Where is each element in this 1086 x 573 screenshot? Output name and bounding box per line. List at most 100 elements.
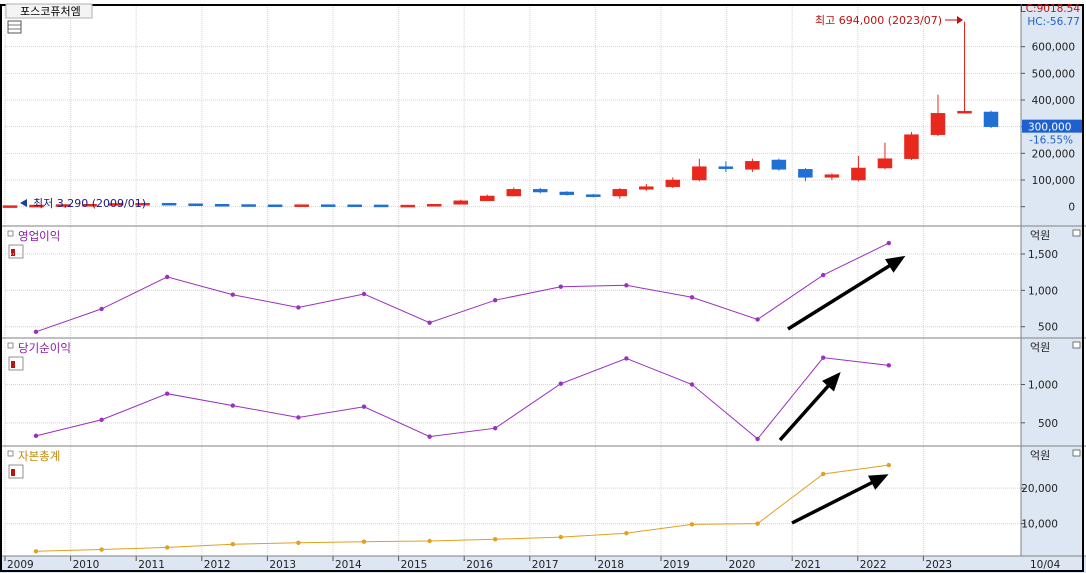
data-point: [689, 295, 695, 300]
stock-chart-svg: 2009 2010 2011 2012 2013 2014 2015 2016 2017 2018…: [0, 0, 1086, 573]
table-icon: [7, 20, 22, 34]
x-tick-label: 2021: [794, 559, 821, 571]
data-point: [558, 534, 563, 540]
x-tick-label: 2011: [138, 559, 165, 571]
hc-label: HC:-56.77: [1027, 16, 1080, 28]
candle-body: [2, 205, 18, 208]
data-point: [99, 306, 104, 312]
stock-title: 포스코퓨처엠: [20, 5, 81, 18]
y-tick-label: 1,000: [1028, 380, 1058, 392]
current-change-label: -16.55%: [1029, 135, 1073, 147]
y-tick-label: 1,500: [1028, 249, 1058, 261]
candle-body: [320, 204, 336, 207]
panel-toggle-icon: [7, 342, 14, 349]
x-tick-label: 2016: [466, 559, 493, 571]
candle-body: [347, 204, 362, 208]
x-tick-label-last: 10/04: [1030, 559, 1061, 571]
data-point: [361, 404, 367, 409]
panel-title: 당기순이익: [18, 341, 71, 355]
candle-body: [161, 202, 177, 206]
candle-body: [373, 204, 389, 208]
candle-body: [957, 110, 972, 114]
data-point: [624, 356, 629, 361]
y-tick-label: 1,000: [1028, 285, 1058, 297]
data-point: [886, 363, 891, 368]
data-point: [165, 391, 170, 396]
candle-body: [586, 194, 601, 197]
y-tick-label: 500: [1038, 418, 1058, 430]
candle-body: [400, 204, 415, 208]
candle-body: [214, 204, 230, 207]
data-point: [493, 426, 498, 431]
candle-body: [718, 166, 734, 169]
candle-body: [506, 189, 522, 197]
y-tick-label: 400,000: [1032, 95, 1075, 107]
panel-toggle-icon: [7, 230, 14, 237]
data-point: [755, 521, 760, 526]
candle-body: [692, 166, 707, 181]
lc-label: LC:9018.54: [1020, 3, 1080, 15]
data-point: [99, 547, 104, 552]
candle-body: [267, 204, 283, 208]
panel-toggle-icon: [7, 450, 14, 457]
candle-body: [798, 169, 813, 178]
x-tick-label: 2023: [925, 559, 952, 571]
candle-body: [188, 203, 203, 206]
panel-chart-icon-bar: [11, 469, 15, 476]
panel-chart-icon-bar: [11, 361, 15, 368]
data-point: [33, 433, 39, 439]
candle-body: [639, 186, 654, 190]
low-annotation: 최저 3,290 (2009/01): [33, 197, 146, 210]
candle-body: [983, 111, 999, 127]
data-point: [296, 305, 301, 310]
y-tick-label: 20,000: [1021, 483, 1058, 495]
y-tick-label: 0: [1068, 202, 1075, 214]
candle-body: [665, 179, 681, 187]
data-point: [558, 284, 563, 289]
candle-body: [479, 195, 495, 202]
data-point: [689, 522, 695, 527]
panel-unit: 억원: [1030, 449, 1050, 462]
data-point: [427, 434, 432, 439]
candle-body: [559, 191, 575, 195]
x-tick-label: 2020: [729, 559, 756, 571]
data-point: [493, 297, 498, 303]
candle-body: [453, 200, 468, 205]
data-point: [624, 531, 629, 536]
candle-body: [824, 174, 840, 178]
data-point: [427, 320, 432, 325]
candle-body: [877, 158, 893, 169]
x-tick-label: 2010: [73, 559, 100, 571]
candle-body: [745, 161, 760, 170]
candle-body: [533, 189, 548, 193]
x-tick-label: 2014: [335, 559, 362, 571]
data-point: [361, 291, 367, 297]
data-point: [755, 317, 760, 322]
candle-body: [426, 204, 442, 207]
data-point: [230, 541, 235, 547]
candle-body: [771, 159, 787, 170]
x-tick-label: 2022: [860, 559, 887, 571]
candle-body: [294, 204, 309, 207]
data-point: [821, 355, 826, 360]
x-tick-label: 2013: [269, 559, 296, 571]
candle-body: [904, 134, 919, 159]
candle-body: [241, 204, 256, 207]
x-tick-label: 2015: [401, 559, 428, 571]
x-tick-label: 2018: [597, 559, 624, 571]
data-point: [689, 382, 695, 387]
current-price-label: 300,000: [1028, 122, 1071, 134]
high-annotation: 최고 694,000 (2023/07): [815, 14, 942, 27]
panel-close-icon: [1072, 341, 1081, 349]
panel-title: 영업이익: [18, 229, 60, 243]
data-point: [99, 417, 104, 422]
panels: 2009 2010 2011 2012 2013 2014 2015 2016 2017 2018…: [0, 0, 1086, 573]
data-point: [821, 471, 826, 477]
candle-body: [612, 189, 628, 197]
data-point: [624, 283, 629, 288]
data-point: [755, 436, 760, 442]
data-point: [821, 272, 826, 278]
candle-body: [930, 113, 946, 135]
x-tick-label: 2017: [532, 559, 559, 571]
candle-body: [851, 167, 866, 181]
